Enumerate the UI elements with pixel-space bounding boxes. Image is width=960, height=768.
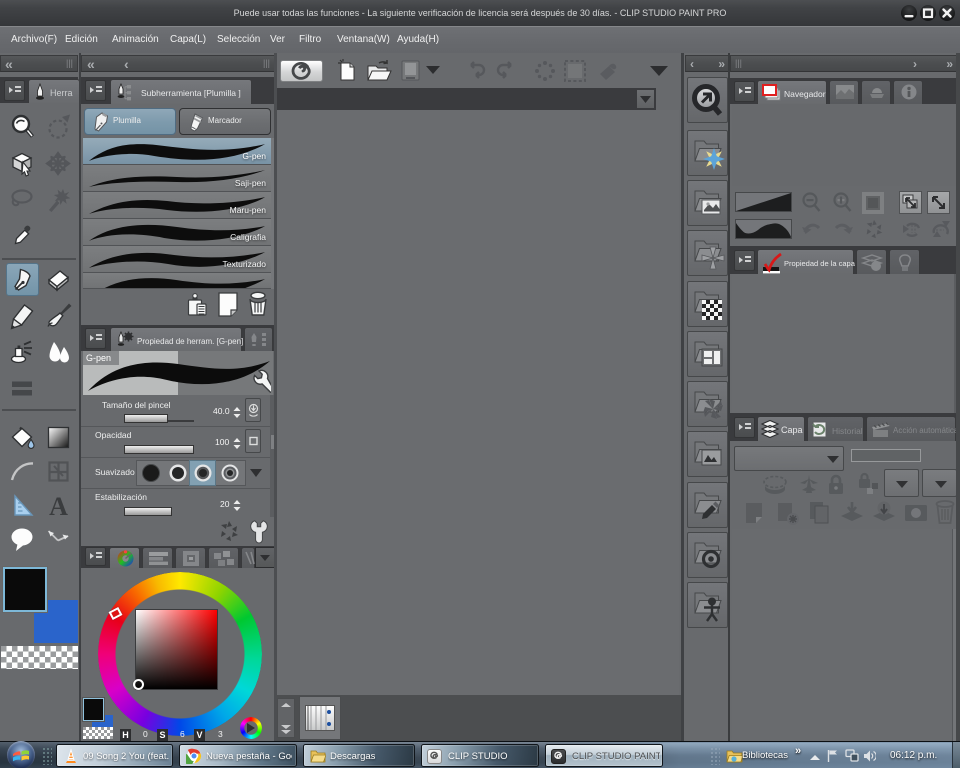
svg-text:A: A [49,492,68,521]
